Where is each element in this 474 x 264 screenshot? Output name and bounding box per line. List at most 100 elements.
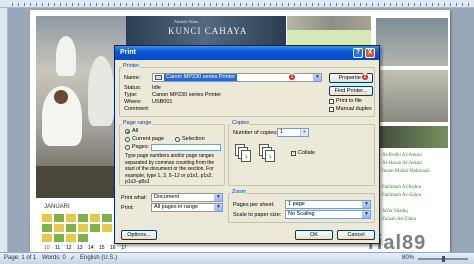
side-text-4: Fathimah Al-Kubra [382,185,422,190]
side-text-1: At-Rodhi Al-Askari [382,153,422,158]
banner-caption-title: KUNCI CAHAYA [168,26,248,36]
ruler-tick [252,3,253,6]
options-button[interactable]: Options... [121,230,157,240]
page-range-help: Type page numbers and/or page ranges sep… [125,153,215,185]
ruler-tick [66,3,67,6]
calendar-cell [66,214,76,222]
cancel-button[interactable]: Cancel [337,230,375,240]
ruler-tick [288,3,289,6]
ruler-tick [444,3,445,6]
chevron-down-icon[interactable]: ▼ [214,194,222,201]
collate-checkbox[interactable] [291,150,296,156]
calendar-day: 13 [77,245,83,251]
zoom-slider[interactable] [418,256,468,262]
calendar-cell [54,214,64,222]
print-what-value: Document [154,194,180,200]
calendar-month-title: JANUARI [44,204,70,210]
print-to-file-label[interactable]: Print to file [336,98,362,104]
ruler-tick [168,3,169,6]
calendar-cell [42,214,52,222]
chevron-down-icon[interactable]: ▼ [214,204,222,211]
copies-group-label: Copies [231,120,251,126]
ruler-tick [132,3,133,6]
status-words[interactable]: Words: 0 [42,255,66,261]
spinner-arrows-icon[interactable]: ÷ [300,129,308,136]
ruler-tick [198,3,199,6]
side-text-2: Al-Hasan Al-Askari [382,161,423,166]
ok-button[interactable]: OK [295,230,333,240]
ruler-tick [270,3,271,6]
ruler-tick [78,3,79,6]
chevron-down-icon[interactable]: ▼ [313,74,321,81]
ruler-tick [324,3,325,6]
print-to-file-checkbox[interactable] [329,99,334,104]
printer-name-select[interactable]: Canon MP230 series Printer ▼ [152,73,322,82]
pages-per-sheet-select[interactable]: 1 page ▼ [285,200,371,209]
zoom-group-label: Zoom [231,189,248,195]
close-button[interactable]: X [365,48,375,58]
pages-input[interactable] [151,144,221,151]
help-button[interactable]: ? [353,48,363,58]
ruler-tick [312,3,313,6]
horizontal-ruler [0,0,474,8]
collate-label[interactable]: Collate [298,150,315,156]
ruler-tick [402,3,403,6]
print-value: All pages in range [154,204,199,210]
callout-badge-1: 1 [288,73,296,81]
manual-duplex-label[interactable]: Manual duplex [336,106,372,112]
comment-label: Comment: [124,106,150,112]
pages-per-sheet-label: Pages per sheet: [233,202,275,208]
status-zoom[interactable]: 80% [402,255,414,261]
where-value: USB001 [152,99,173,105]
printer-name-value: Canon MP230 series Printer [164,74,238,81]
ruler-tick [438,3,439,6]
ruler-tick [216,3,217,6]
ruler-tick [240,3,241,6]
zoom-slider-knob[interactable] [442,256,445,262]
ruler-tick [90,3,91,6]
range-all-label[interactable]: All [132,128,138,134]
calendar-cell [102,224,112,232]
ruler-tick [414,3,415,6]
range-current-radio[interactable] [125,137,130,142]
ruler-tick [420,3,421,6]
where-label: Where: [124,99,142,105]
ruler-tick [114,3,115,6]
print-what-select[interactable]: Document ▼ [151,193,223,202]
ruler-tick [264,3,265,6]
ruler-tick [384,3,385,6]
calendar-cell [90,224,100,232]
range-pages-label[interactable]: Pages: [132,144,149,150]
range-pages-radio[interactable] [125,145,130,150]
calendar-day: 11 [55,245,61,251]
print-select[interactable]: All pages in range ▼ [151,203,223,212]
ruler-tick [84,3,85,6]
ruler-tick [408,3,409,6]
scale-select[interactable]: No Scaling ▼ [285,210,371,219]
status-label: Status: [124,85,142,91]
range-selection-label[interactable]: Selection [182,136,205,142]
range-all-radio[interactable] [125,129,130,134]
ruler-tick [30,3,31,6]
ruler-tick [60,3,61,6]
ruler-tick [348,3,349,6]
copies-spinner[interactable]: 1 ÷ [277,128,309,137]
ruler-tick [306,3,307,6]
side-photo-bottom [376,126,448,148]
chevron-down-icon[interactable]: ▼ [362,211,370,218]
status-page[interactable]: Page: 1 of 1 [4,255,36,261]
page-icon-number: 1 [245,154,248,159]
print-what-label: Print what: [121,195,147,201]
range-selection-radio[interactable] [175,137,180,142]
chevron-down-icon[interactable]: ▼ [362,201,370,208]
manual-duplex-checkbox[interactable] [329,107,334,112]
ruler-tick [96,3,97,6]
find-printer-button[interactable]: Find Printer... [329,86,373,96]
range-current-label[interactable]: Current page [132,136,164,142]
ruler-tick [174,3,175,6]
status-proofing-icon[interactable]: ✓ [70,255,75,262]
status-language[interactable]: English (U.S.) [80,255,117,261]
dialog-titlebar[interactable]: Print ? X [115,46,379,60]
document-photo-left [36,16,126,198]
ruler-tick [162,3,163,6]
